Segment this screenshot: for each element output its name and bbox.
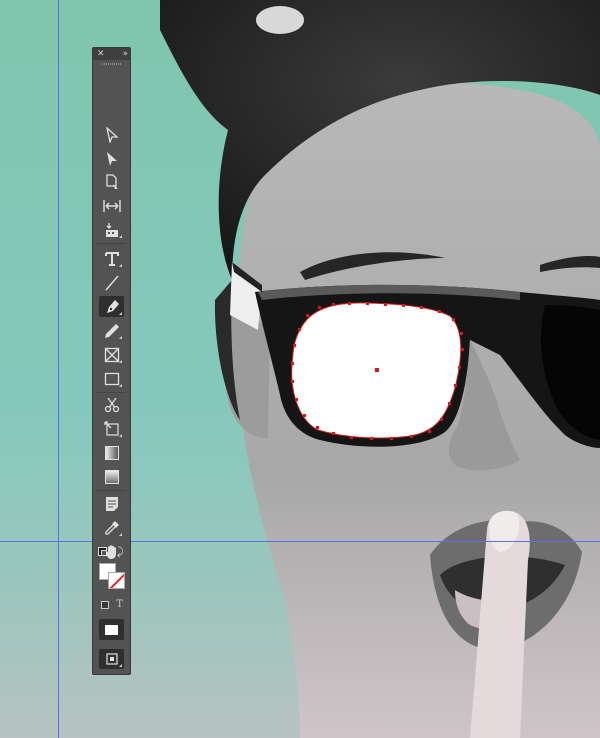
normal-view-icon xyxy=(105,624,118,635)
collector-icon xyxy=(105,222,118,237)
vertical-guide[interactable] xyxy=(58,0,59,738)
rectangle-tool[interactable] xyxy=(99,368,124,389)
page-icon xyxy=(105,173,118,189)
pen-tool[interactable] xyxy=(99,296,124,317)
gradient-swatch-tool[interactable] xyxy=(99,442,124,463)
formatting-affects-row: T xyxy=(99,599,125,612)
filled-arrow-icon xyxy=(106,151,117,166)
type-tool[interactable] xyxy=(99,248,124,269)
eyedropper-icon xyxy=(104,520,119,535)
eyedropper-tool[interactable] xyxy=(99,517,124,538)
formatting-container-icon[interactable] xyxy=(101,601,109,609)
line-icon xyxy=(104,275,119,290)
gradient-feather-tool[interactable] xyxy=(99,466,124,487)
scissors-icon xyxy=(104,397,119,412)
arrow-icon xyxy=(105,126,119,143)
rectangle-icon xyxy=(104,372,119,385)
note-tool[interactable] xyxy=(99,493,124,514)
selection-tool[interactable] xyxy=(99,124,124,145)
photo-woman-sunglasses[interactable] xyxy=(0,0,600,738)
panel-grip[interactable] xyxy=(102,63,121,65)
free-transform-tool[interactable] xyxy=(99,418,124,439)
content-collector-tool[interactable] xyxy=(99,219,124,240)
pencil-icon xyxy=(104,323,119,338)
direct-selection-tool[interactable] xyxy=(99,148,124,169)
gap-icon xyxy=(102,199,121,212)
frame-icon xyxy=(104,347,119,362)
document-canvas[interactable]: ✕ ›› ⤸ T xyxy=(0,0,600,738)
tools-panel[interactable]: ✕ ›› ⤸ T xyxy=(92,47,131,675)
double-chevron-icon[interactable]: ›› xyxy=(123,48,128,60)
panel-header[interactable]: ✕ ›› xyxy=(93,48,130,60)
line-tool[interactable] xyxy=(99,272,124,293)
page-tool[interactable] xyxy=(99,171,124,192)
type-icon xyxy=(104,251,119,266)
horizontal-guide[interactable] xyxy=(0,541,600,542)
gap-tool[interactable] xyxy=(99,195,124,216)
normal-view-mode[interactable] xyxy=(99,619,124,640)
gradient-icon xyxy=(104,445,119,460)
close-icon[interactable]: ✕ xyxy=(97,48,105,60)
fill-stroke-swatches[interactable] xyxy=(99,563,125,593)
formatting-text-icon[interactable]: T xyxy=(116,599,123,610)
note-icon xyxy=(105,496,118,511)
default-fill-stroke-icon[interactable] xyxy=(98,547,108,557)
swap-fill-stroke-icon[interactable]: ⤸ xyxy=(117,545,124,559)
screen-mode-button[interactable] xyxy=(99,649,124,669)
screen-mode-icon xyxy=(105,653,118,665)
rectangle-frame-tool[interactable] xyxy=(99,344,124,365)
feather-icon xyxy=(104,469,119,484)
pencil-tool[interactable] xyxy=(99,320,124,341)
pen-icon xyxy=(106,299,119,313)
stroke-swatch[interactable] xyxy=(108,572,125,589)
transform-icon xyxy=(103,420,119,436)
scissors-tool[interactable] xyxy=(99,394,124,415)
